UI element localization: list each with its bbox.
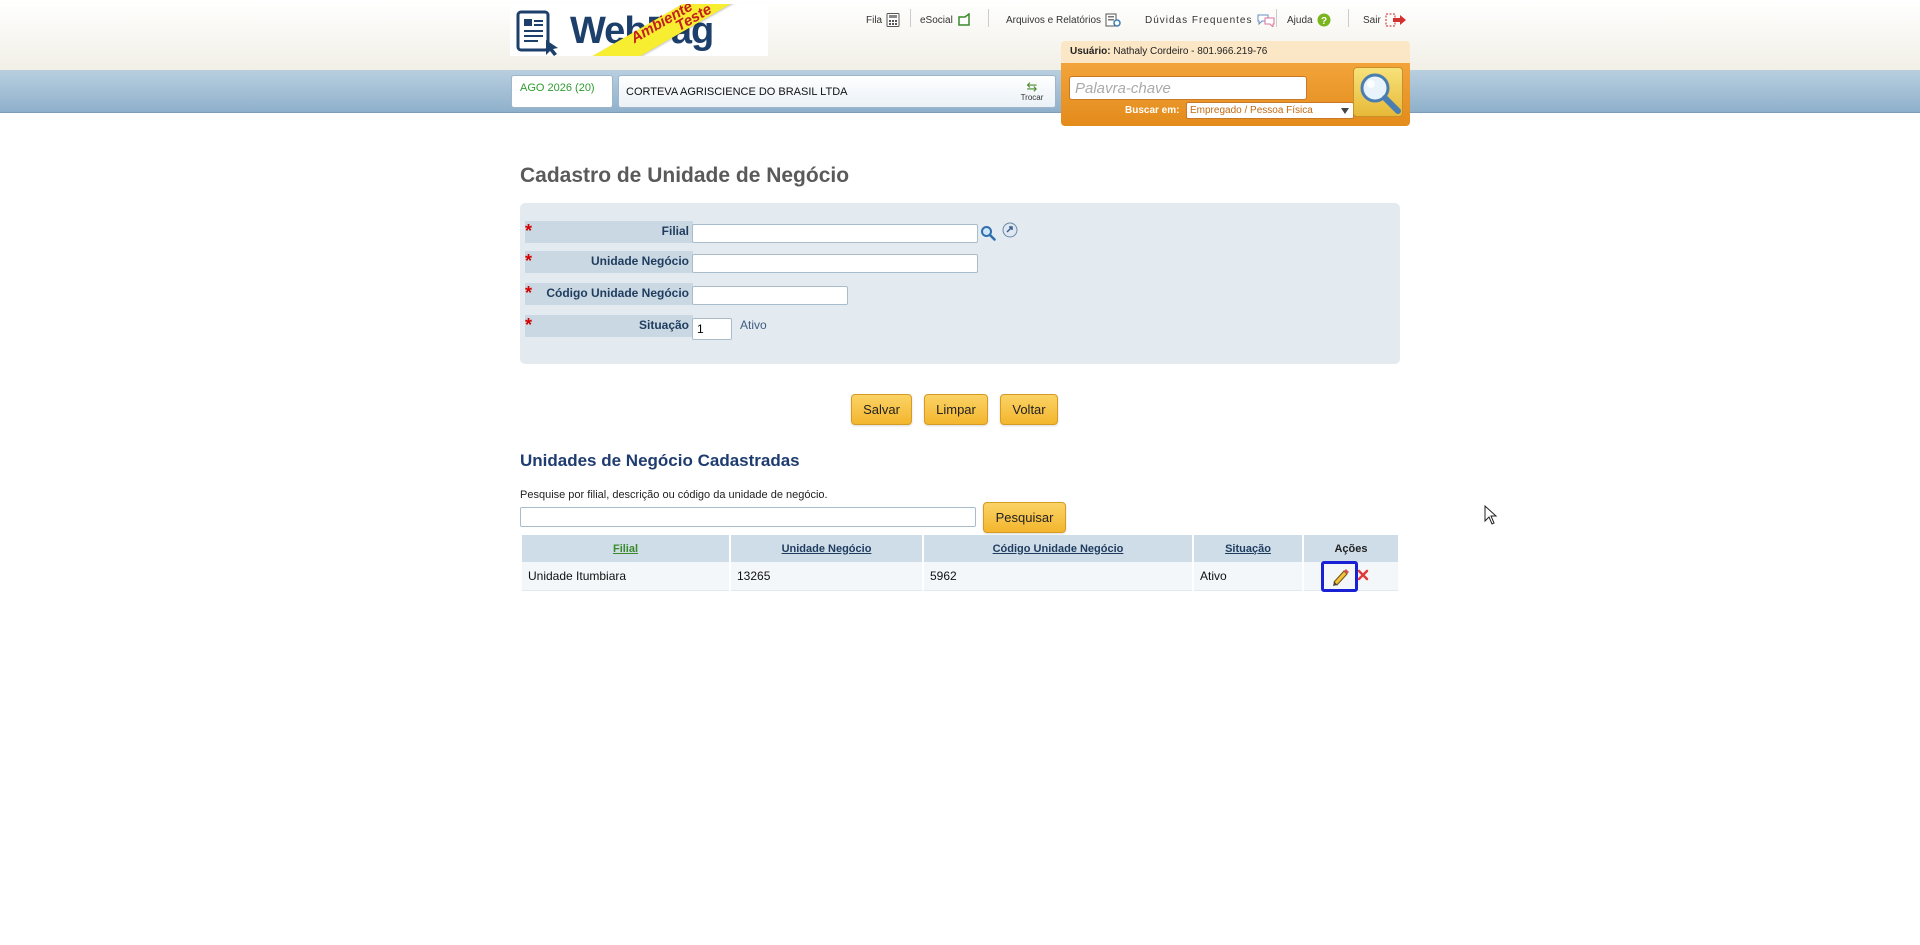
required-mark: * <box>525 315 533 335</box>
list-search-help: Pesquise por filial, descrição ou código… <box>520 489 828 501</box>
chat-bubbles-icon <box>1257 14 1274 27</box>
calculator-icon <box>886 13 900 27</box>
edit-button[interactable] <box>1321 561 1358 592</box>
keyword-search-input[interactable] <box>1069 76 1307 100</box>
required-mark: * <box>525 283 533 303</box>
search-scope-select[interactable]: Empregado / Pessoa Física <box>1186 102 1354 119</box>
limpar-button[interactable]: Limpar <box>924 394 988 425</box>
column-header-filial[interactable]: Filial <box>522 535 729 562</box>
user-info: Usuário: Nathaly Cordeiro - 801.966.219-… <box>1061 41 1410 63</box>
cell-codigo: 5962 <box>924 562 1192 591</box>
nav-divider <box>988 9 989 27</box>
required-mark: * <box>525 221 533 241</box>
delete-x-icon[interactable] <box>1356 568 1370 582</box>
table-row: Unidade Itumbiara 13265 5962 Ativo <box>522 561 1398 592</box>
help-icon: ? <box>1317 13 1331 27</box>
situacao-description: Ativo <box>740 318 767 332</box>
filial-label: Filial <box>525 221 693 243</box>
page-title: Cadastro de Unidade de Negócio <box>520 164 850 187</box>
buscar-em-label: Buscar em: <box>1125 105 1180 116</box>
salvar-button[interactable]: Salvar <box>851 394 912 425</box>
codigo-unidade-input[interactable] <box>692 286 848 305</box>
situacao-label: Situação <box>525 315 693 337</box>
column-header-unidade[interactable]: Unidade Negócio <box>731 535 922 562</box>
column-header-codigo[interactable]: Código Unidade Negócio <box>924 535 1192 562</box>
results-table: Filial Unidade Negócio Código Unidade Ne… <box>520 535 1400 592</box>
chevron-down-icon <box>1341 108 1349 114</box>
nav-esocial-label: eSocial <box>920 14 953 26</box>
swap-arrows-icon: ⇆ <box>1026 79 1038 94</box>
column-header-situacao[interactable]: Situação <box>1194 535 1302 562</box>
esocial-icon <box>958 13 970 26</box>
field-row-situacao: Situação * Ativo <box>520 315 1400 340</box>
global-search-panel: Buscar em: Empregado / Pessoa Física <box>1061 63 1410 126</box>
nav-ajuda[interactable]: Ajuda ? <box>1287 12 1331 28</box>
situacao-input[interactable] <box>692 318 732 340</box>
nav-arquivos-relatorios[interactable]: Arquivos e Relatórios <box>1006 12 1121 28</box>
logout-arrow-icon <box>1385 13 1406 27</box>
svg-text:?: ? <box>1321 16 1327 27</box>
cell-filial: Unidade Itumbiara <box>522 562 729 591</box>
nav-divider <box>1348 9 1349 27</box>
nav-fila-label: Fila <box>866 14 883 26</box>
list-section-title: Unidades de Negócio Cadastradas <box>520 451 800 470</box>
field-row-unidade: Unidade Negócio * <box>520 251 1400 273</box>
pesquisar-button[interactable]: Pesquisar <box>983 502 1066 533</box>
nav-duvidas-frequentes[interactable]: Dúvidas Frequentes <box>1145 12 1275 28</box>
search-icon[interactable] <box>980 225 996 241</box>
codigo-unidade-label: Código Unidade Negócio <box>525 283 693 305</box>
field-row-codigo: Código Unidade Negócio * <box>520 283 1400 305</box>
voltar-button[interactable]: Voltar <box>1000 394 1058 425</box>
user-value: Nathaly Cordeiro - 801.966.219-76 <box>1113 46 1268 57</box>
nav-divider <box>1276 9 1277 27</box>
cell-acoes <box>1304 561 1398 592</box>
mouse-cursor-icon <box>1484 505 1498 525</box>
trocar-button[interactable]: ⇆ Trocar <box>1017 80 1047 102</box>
app-logo[interactable]: WebPag Ambiente Teste <box>510 4 768 56</box>
table-header-row: Filial Unidade Negócio Código Unidade Ne… <box>522 535 1398 562</box>
header-band <box>0 0 1920 70</box>
user-label: Usuário: <box>1070 46 1111 57</box>
nav-duvidas-label: Dúvidas Frequentes <box>1145 14 1253 26</box>
nav-esocial[interactable]: eSocial <box>920 12 971 28</box>
document-icon <box>516 10 558 56</box>
cell-situacao: Ativo <box>1194 562 1302 591</box>
nav-ajuda-label: Ajuda <box>1287 14 1313 26</box>
company-selector: CORTEVA AGRISCIENCE DO BRASIL LTDA ⇆ Tro… <box>618 75 1056 108</box>
unidade-negocio-label: Unidade Negócio <box>525 251 693 273</box>
nav-arquivos-label: Arquivos e Relatórios <box>1006 14 1102 26</box>
filial-input[interactable] <box>692 224 978 243</box>
unidade-negocio-input[interactable] <box>692 254 978 273</box>
reports-icon <box>1105 13 1121 27</box>
field-row-filial: Filial * <box>520 221 1400 243</box>
period-selector[interactable]: AGO 2026 (20) <box>511 75 613 108</box>
company-name: CORTEVA AGRISCIENCE DO BRASIL LTDA <box>626 86 848 98</box>
required-mark: * <box>525 251 533 271</box>
form-panel: Filial * Unidade Negócio * Código Unidad… <box>520 203 1400 364</box>
search-button[interactable] <box>1353 67 1403 117</box>
search-scope-value: Empregado / Pessoa Física <box>1190 105 1313 116</box>
nav-divider <box>910 9 911 27</box>
cell-unidade: 13265 <box>731 562 922 591</box>
lookup-icon[interactable] <box>1002 222 1018 238</box>
row-actions <box>1304 561 1398 592</box>
nav-sair-label: Sair <box>1363 14 1381 26</box>
magnifier-icon <box>1360 73 1401 114</box>
nav-fila[interactable]: Fila <box>866 12 900 28</box>
list-search-input[interactable] <box>520 507 976 527</box>
trocar-label: Trocar <box>1020 93 1044 102</box>
nav-sair[interactable]: Sair <box>1363 12 1407 28</box>
pencil-icon <box>1333 569 1349 586</box>
column-header-acoes: Ações <box>1304 535 1398 562</box>
